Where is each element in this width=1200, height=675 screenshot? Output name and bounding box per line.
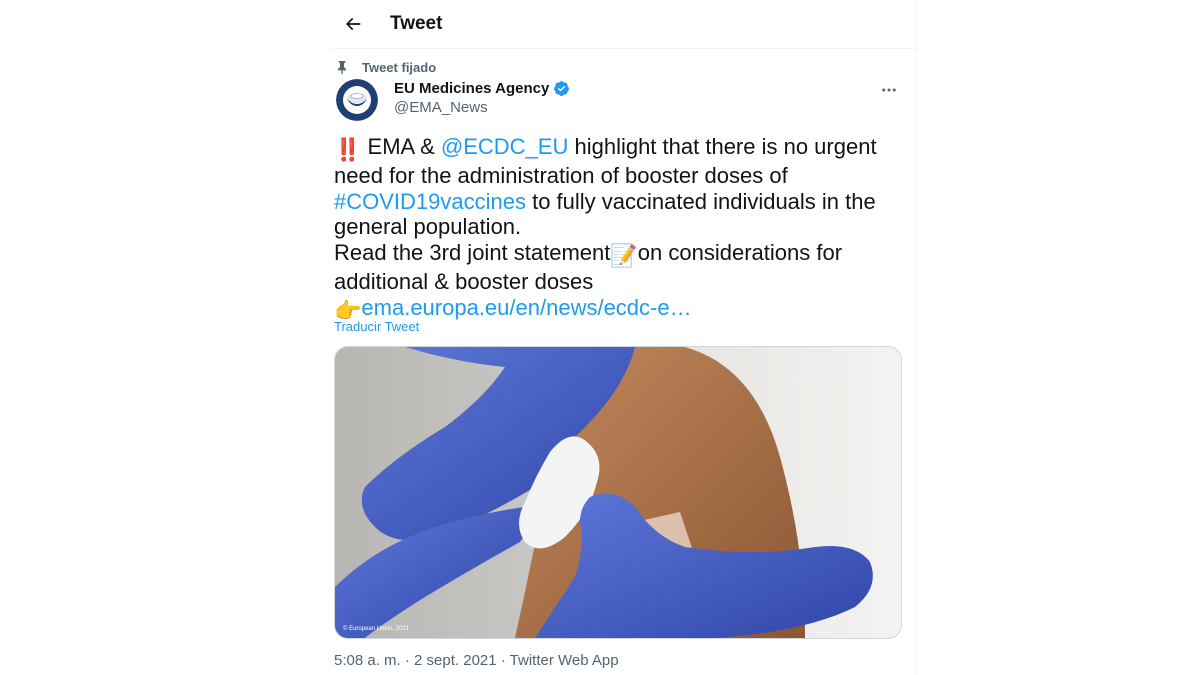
tweet-column: Tweet Tweet fijado EU Medicines Agency @… [332, 0, 917, 675]
tweet-text-segment: EMA & [361, 134, 441, 159]
back-arrow-icon [346, 18, 361, 30]
author-handle[interactable]: @EMA_News [394, 99, 488, 116]
page-title: Tweet [390, 13, 443, 34]
tweet-timestamp[interactable]: 5:08 a. m. · 2 sept. 2021 · Twitter Web … [334, 652, 619, 669]
pinned-indicator: Tweet fijado [334, 58, 436, 76]
tweet-text: ‼️ EMA & @ECDC_EU highlight that there i… [334, 134, 904, 324]
translate-tweet-link[interactable]: Traducir Tweet [334, 319, 419, 334]
author-display-name[interactable]: EU Medicines Agency [394, 80, 549, 97]
pin-icon [338, 61, 346, 75]
tweet-media-photo[interactable]: © European Union, 2021 [334, 346, 902, 639]
mention-link[interactable]: @ECDC_EU [441, 134, 568, 159]
double-exclamation-emoji: ‼️ [334, 137, 362, 162]
tweet-text-segment: Read the 3rd joint statement [334, 240, 611, 266]
author-name-row[interactable]: EU Medicines Agency [394, 80, 570, 97]
vaccination-photo: © European Union, 2021 [335, 347, 901, 638]
memo-emoji: 📝 [610, 243, 638, 269]
ema-logo-icon [336, 79, 378, 121]
pinned-label: Tweet fijado [362, 59, 437, 75]
more-icon [882, 88, 896, 92]
avatar[interactable] [336, 79, 378, 121]
verified-badge-icon [554, 81, 570, 96]
external-link[interactable]: ema.europa.eu/en/news/ecdc-e… [361, 295, 691, 320]
back-button[interactable] [336, 7, 370, 41]
header: Tweet [332, 0, 916, 49]
more-button[interactable] [872, 78, 906, 102]
photo-credit: © European Union, 2021 [343, 625, 410, 632]
hashtag-link[interactable]: #COVID19vaccines [334, 189, 526, 214]
